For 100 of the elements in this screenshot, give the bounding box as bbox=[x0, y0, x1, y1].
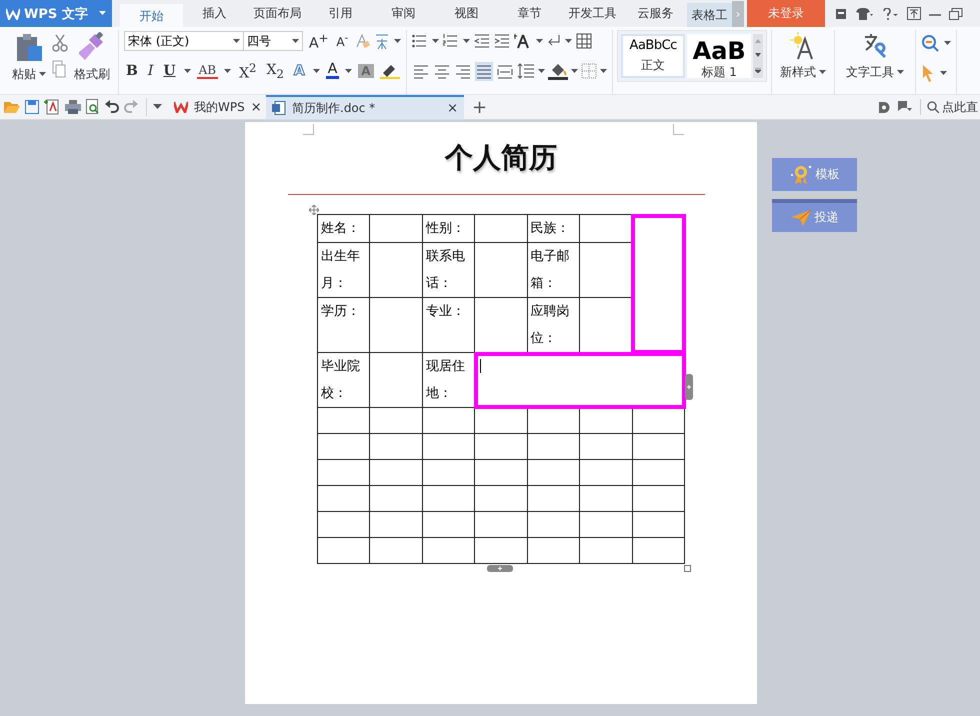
table-cell[interactable] bbox=[370, 408, 422, 434]
table-cell[interactable] bbox=[422, 538, 475, 564]
caret-icon[interactable] bbox=[432, 38, 440, 44]
table-cell[interactable] bbox=[370, 298, 422, 352]
resize-handle-icon[interactable] bbox=[684, 565, 691, 572]
add-row-handle-icon[interactable] bbox=[487, 565, 513, 572]
table-cell[interactable] bbox=[527, 434, 580, 460]
clear-format-icon[interactable] bbox=[354, 33, 370, 49]
table-cell[interactable] bbox=[422, 408, 475, 434]
table-cell[interactable] bbox=[370, 460, 422, 486]
caret-icon[interactable] bbox=[184, 68, 191, 74]
menu-tab[interactable]: 云服务 bbox=[624, 0, 687, 27]
table-cell[interactable] bbox=[580, 214, 632, 242]
menu-tab[interactable]: 插入 bbox=[183, 0, 246, 27]
caret-icon[interactable] bbox=[600, 68, 608, 74]
table-cell[interactable] bbox=[474, 352, 684, 408]
caret-icon[interactable] bbox=[940, 70, 948, 76]
table-cell[interactable] bbox=[474, 408, 528, 434]
caret-icon[interactable] bbox=[565, 38, 572, 44]
table-cell[interactable] bbox=[474, 460, 528, 486]
caret-icon[interactable] bbox=[944, 40, 952, 46]
document-tab[interactable]: 我的WPS × bbox=[168, 95, 266, 119]
font-style-button[interactable]: A bbox=[326, 63, 340, 79]
new-style-button[interactable]: 新样式 bbox=[777, 30, 830, 83]
table-cell[interactable] bbox=[580, 434, 632, 460]
table-cell[interactable] bbox=[632, 538, 684, 564]
document-tab[interactable]: 简历制作.doc * × bbox=[266, 95, 464, 119]
caret-icon[interactable] bbox=[394, 38, 402, 44]
caret-icon[interactable] bbox=[345, 68, 352, 74]
table-cell[interactable] bbox=[580, 460, 632, 486]
find-icon[interactable] bbox=[921, 34, 940, 52]
table-cell[interactable] bbox=[527, 408, 580, 434]
table-cell[interactable]: 电子邮箱： bbox=[527, 242, 580, 298]
comment-flag-icon[interactable] bbox=[898, 101, 912, 113]
menu-tab[interactable]: 章节 bbox=[498, 0, 561, 27]
style-preset[interactable]: AaB 标题 1 bbox=[687, 34, 752, 78]
caret-icon[interactable] bbox=[99, 11, 106, 16]
table-cell[interactable] bbox=[632, 408, 684, 434]
table-cell[interactable]: 民族： bbox=[527, 214, 580, 242]
caret-icon[interactable] bbox=[224, 68, 232, 74]
new-tab-button[interactable]: + bbox=[464, 95, 496, 119]
table-cell[interactable] bbox=[370, 214, 422, 242]
table-cell[interactable] bbox=[474, 538, 528, 564]
font-style-button[interactable]: U bbox=[161, 63, 178, 79]
shirt-icon[interactable] bbox=[855, 8, 873, 20]
format-painter-button[interactable]: 格式刷 bbox=[71, 30, 113, 85]
table-cell[interactable] bbox=[632, 214, 684, 352]
highlighter-icon[interactable] bbox=[380, 63, 400, 79]
gallery-scroller[interactable] bbox=[753, 34, 764, 78]
table-cell[interactable] bbox=[318, 512, 370, 538]
font-name-dropdown[interactable]: 宋体 (正文) bbox=[124, 31, 244, 51]
table-cell[interactable] bbox=[370, 352, 422, 408]
increase-indent-icon[interactable] bbox=[494, 33, 510, 49]
table-cell[interactable] bbox=[422, 486, 475, 512]
table-cell[interactable] bbox=[474, 242, 528, 298]
menu-tab[interactable]: 页面布局 bbox=[246, 0, 309, 27]
table-cell[interactable] bbox=[474, 486, 528, 512]
table-cell[interactable] bbox=[370, 512, 422, 538]
app-menu-button[interactable]: WPS 文字 bbox=[0, 0, 112, 27]
table-cell[interactable] bbox=[474, 214, 528, 242]
table-cell[interactable] bbox=[632, 486, 684, 512]
shrink-font-button[interactable]: A$^{-}$ bbox=[334, 33, 350, 49]
box-icon[interactable] bbox=[835, 8, 847, 20]
table-cell[interactable] bbox=[632, 512, 684, 538]
help-icon[interactable] bbox=[881, 8, 899, 20]
menu-tab[interactable]: 开发工具 bbox=[561, 0, 624, 27]
paint-bucket-icon[interactable] bbox=[548, 62, 568, 80]
table-cell[interactable] bbox=[422, 512, 475, 538]
table-cell[interactable] bbox=[422, 460, 475, 486]
scissors-icon[interactable] bbox=[52, 34, 68, 52]
table-cell[interactable]: 学历： bbox=[318, 298, 370, 352]
undo-icon[interactable] bbox=[105, 100, 119, 114]
table-cell[interactable]: 毕业院校： bbox=[318, 352, 370, 408]
table-cell[interactable] bbox=[474, 512, 528, 538]
add-column-handle-icon[interactable] bbox=[685, 374, 693, 400]
table-cell[interactable] bbox=[370, 538, 422, 564]
font-style-button[interactable]: X$^{2}$ bbox=[237, 60, 258, 82]
caret-icon[interactable] bbox=[463, 38, 470, 44]
table-cell[interactable] bbox=[318, 538, 370, 564]
table-move-handle-icon[interactable] bbox=[309, 205, 319, 215]
table-cell[interactable] bbox=[527, 512, 580, 538]
font-style-button[interactable]: X$_{2}$ bbox=[264, 62, 286, 80]
bullet-list-icon[interactable] bbox=[412, 33, 428, 49]
pdf-export-icon[interactable] bbox=[44, 99, 60, 115]
table-cell[interactable]: 联系电话： bbox=[422, 242, 475, 298]
style-preset[interactable]: AaBbCc 正文 bbox=[621, 34, 686, 78]
phonetic-guide-icon[interactable] bbox=[374, 32, 390, 50]
table-cell[interactable]: 专业： bbox=[422, 298, 475, 352]
paste-button[interactable]: 粘贴 bbox=[9, 30, 49, 85]
table-cell[interactable] bbox=[474, 434, 528, 460]
font-style-button[interactable]: I bbox=[146, 63, 156, 79]
window-pin-icon[interactable] bbox=[907, 7, 921, 20]
table-cell[interactable] bbox=[632, 434, 684, 460]
close-tab-button[interactable]: × bbox=[447, 100, 458, 116]
font-style-button[interactable]: B bbox=[124, 63, 140, 79]
table-cell[interactable] bbox=[580, 408, 632, 434]
table-cell[interactable]: 性别： bbox=[422, 214, 475, 242]
table-cell[interactable] bbox=[580, 512, 632, 538]
table-cell[interactable]: 姓名： bbox=[318, 214, 370, 242]
table-cell[interactable] bbox=[527, 460, 580, 486]
